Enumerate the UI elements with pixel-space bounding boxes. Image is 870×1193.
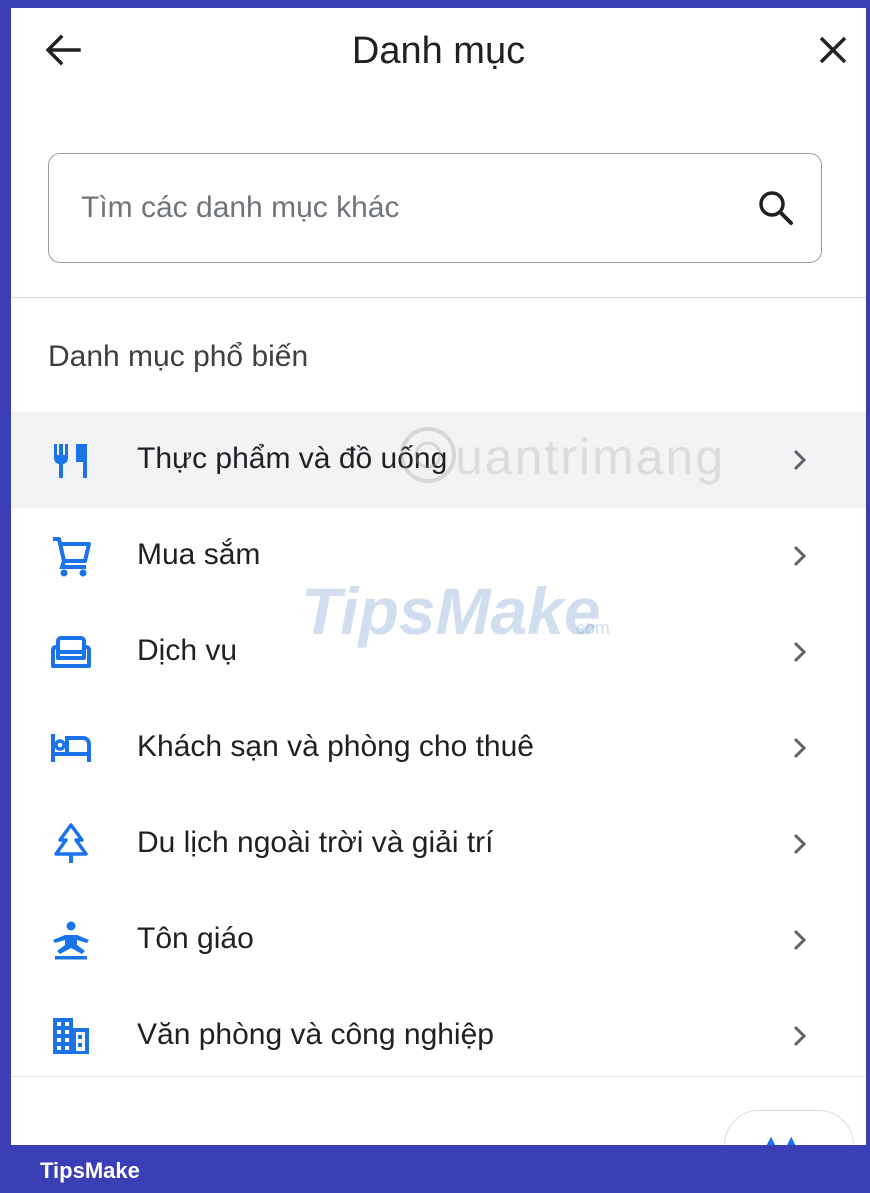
hotel-bed-icon — [51, 734, 91, 762]
fab-icon: ▲ ▲ — [763, 1133, 800, 1145]
category-label: Du lịch ngoài trời và giải trí — [137, 826, 494, 859]
category-label: Tôn giáo — [137, 922, 254, 955]
restaurant-icon — [54, 444, 87, 478]
meditation-icon — [53, 921, 89, 960]
search-input[interactable] — [79, 154, 723, 262]
chevron-right-icon — [793, 1025, 807, 1047]
chevron-right-icon — [793, 833, 807, 855]
footer-brand: TipsMake — [40, 1158, 140, 1183]
categories-panel: Danh mục Danh mục phổ biến Thực phẩm và … — [11, 8, 866, 1145]
section-title: Danh mục phổ biến — [48, 340, 309, 373]
category-item-outdoor[interactable]: Du lịch ngoài trời và giải trí — [11, 796, 866, 892]
building-icon — [53, 1018, 89, 1054]
watermark-tipsmake-com: .com — [571, 618, 611, 638]
shopping-cart-icon — [53, 537, 91, 577]
frame-right — [866, 0, 870, 1145]
category-label: Văn phòng và công nghiệp — [137, 1018, 494, 1051]
chevron-right-icon — [793, 737, 807, 759]
category-label: Mua sắm — [137, 538, 261, 571]
frame-left — [0, 0, 11, 1145]
watermark-tipsmake: TipsMake — [301, 574, 601, 648]
frame-top — [0, 0, 870, 8]
chevron-right-icon — [793, 929, 807, 951]
close-icon — [819, 36, 847, 64]
chevron-right-icon — [793, 449, 807, 471]
footer-bar: TipsMake — [0, 1145, 870, 1193]
sofa-icon — [51, 636, 91, 668]
floating-action-button[interactable]: ▲ ▲ — [724, 1110, 854, 1145]
search-icon — [759, 191, 793, 225]
search-button[interactable] — [755, 187, 797, 229]
category-item-religion[interactable]: Tôn giáo — [11, 892, 866, 988]
page-title: Danh mục — [351, 30, 526, 72]
header: Danh mục — [11, 8, 866, 103]
category-item-hotels[interactable]: Khách sạn và phòng cho thuê — [11, 700, 866, 796]
category-label: Dịch vụ — [137, 634, 238, 667]
category-label: Khách sạn và phòng cho thuê — [137, 730, 534, 763]
watermark-quantrimang: uantrimang — [455, 429, 726, 485]
divider — [11, 297, 866, 298]
watermark-logo-icon — [400, 427, 456, 483]
search-field[interactable] — [48, 153, 822, 263]
chevron-right-icon — [793, 545, 807, 567]
bottom-divider — [11, 1076, 866, 1077]
category-item-office[interactable]: Văn phòng và công nghiệp — [11, 988, 866, 1084]
chevron-right-icon — [793, 641, 807, 663]
tree-icon — [54, 823, 88, 863]
close-button[interactable] — [811, 28, 855, 72]
category-list: Thực phẩm và đồ uống Mua sắm Dịch vụ Khá… — [11, 412, 866, 1084]
